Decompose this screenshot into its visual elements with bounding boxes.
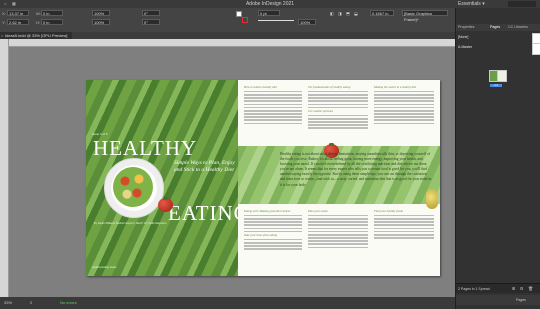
- workspace-switcher[interactable]: Essentials ▾: [458, 0, 485, 8]
- tab-cc-libraries[interactable]: CC Libraries: [508, 24, 528, 31]
- w-field[interactable]: 0 in: [41, 10, 63, 16]
- column-head: The fundamentals of healthy eating: [308, 85, 351, 89]
- scale-x-field[interactable]: 100%: [92, 10, 110, 16]
- document-statusbar: 33% 2 No errors: [0, 297, 455, 309]
- pages-count: 2 Pages in 1 Spread: [458, 287, 490, 291]
- edit-page-icon[interactable]: ⊟: [520, 284, 523, 294]
- document-tabbar: × Ideas5.indd @ 33% [GPU Preview]: [0, 32, 455, 39]
- column-head: Take your time when eating: [244, 232, 278, 237]
- headline-healthy: HEALTHY: [93, 136, 198, 160]
- align-left-icon[interactable]: ◧: [330, 11, 334, 16]
- tint-field[interactable]: 0.1667 in: [370, 10, 394, 16]
- h-field[interactable]: 0 in: [41, 19, 63, 25]
- text-column-4: Eating well: Making good diet choices Ta…: [244, 209, 302, 251]
- pages-panel: Properties Pages CC Libraries [None] A-M…: [455, 8, 540, 309]
- pear-image: [426, 189, 438, 209]
- y-label: Y:: [2, 20, 6, 25]
- tomato-image: [158, 197, 173, 212]
- text-column-1: How to build a healthy diet: [244, 85, 302, 126]
- stroke-zoom-field[interactable]: 100%: [298, 19, 316, 25]
- document-tab[interactable]: × Ideas5.indd @ 33% [GPU Preview]: [0, 32, 72, 39]
- salad-image: [113, 167, 153, 207]
- tab-pages[interactable]: Pages: [490, 24, 500, 31]
- master-thumbnail[interactable]: [532, 43, 540, 55]
- tab-properties[interactable]: Properties: [458, 24, 474, 31]
- column-head: Making the switch to a healthy diet: [374, 85, 417, 89]
- text-column-3: Making the switch to a healthy diet: [374, 85, 434, 126]
- horizontal-ruler[interactable]: [8, 39, 455, 47]
- master-none[interactable]: [None]: [458, 34, 468, 40]
- page-number[interactable]: 2: [30, 300, 32, 305]
- y-field[interactable]: 2.62 in: [7, 19, 29, 25]
- column-head: Find your healthy foods: [374, 209, 403, 213]
- text-column-6: Find your healthy foods: [374, 209, 434, 240]
- chevron-down-icon: ▾: [482, 1, 485, 7]
- close-icon[interactable]: ×: [1, 32, 3, 39]
- trash-icon[interactable]: 🗑: [528, 284, 533, 294]
- page-left[interactable]: Issue 3 of 5 HEALTHY Simple Ways to Plan…: [86, 80, 238, 276]
- page-3-thumbnail[interactable]: [497, 70, 507, 82]
- column-head: Eating well: Making good diet choices: [244, 209, 291, 213]
- scale-y-field[interactable]: 100%: [92, 19, 110, 25]
- object-style-select[interactable]: [Basic Graphics Frame]+: [402, 10, 448, 22]
- x-field[interactable]: 13.37 in: [7, 10, 29, 16]
- align-bottom-icon[interactable]: ⬓: [354, 11, 358, 16]
- column-head: Plan your meals: [308, 209, 328, 213]
- text-column-2: The fundamentals of healthy eating Use s…: [308, 85, 368, 131]
- pages-status: 2 Pages in 1 Spread ⊞ ⊟ 🗑: [456, 283, 540, 293]
- align-right-icon[interactable]: ◨: [338, 11, 342, 16]
- page-footer: Healthy Eating Guide: [92, 266, 117, 269]
- column-head: How to build a healthy diet: [244, 85, 277, 89]
- document-tab-label: Ideas5.indd @ 33% [GPU Preview]: [5, 33, 68, 38]
- zoom-level[interactable]: 33%: [4, 300, 12, 305]
- document-spread[interactable]: Issue 3 of 5 HEALTHY Simple Ways to Plan…: [86, 80, 440, 276]
- stroke-weight-field[interactable]: 0 pt: [258, 10, 280, 16]
- panel-tabs: Properties Pages CC Libraries: [456, 24, 540, 31]
- panel-dock-pages[interactable]: Pages: [456, 295, 540, 305]
- x-label: X:: [2, 11, 6, 16]
- vertical-ruler[interactable]: [0, 39, 9, 297]
- subheadline: Simple Ways to Plan, Enjoy and Stick to …: [174, 160, 235, 173]
- new-page-icon[interactable]: ⊞: [512, 284, 515, 294]
- stroke-type-preview[interactable]: [258, 20, 294, 21]
- workspace-label: Essentials: [458, 1, 481, 7]
- spread-label: 2-3: [490, 84, 502, 87]
- text-column-5: Plan your meals: [308, 209, 368, 250]
- app-menubar: ⌂ ▦ Adobe InDesign 2021 Essentials ▾: [0, 0, 540, 8]
- preflight-status[interactable]: No errors: [60, 300, 77, 305]
- search-input[interactable]: [508, 1, 536, 7]
- intro-paragraph: Healthy eating is not about strict dieta…: [280, 152, 432, 187]
- page-right[interactable]: How to build a healthy diet The fundamen…: [238, 80, 440, 276]
- h-label: H:: [36, 20, 40, 25]
- shear-field[interactable]: 0°: [142, 19, 160, 25]
- master-a[interactable]: A-Master: [458, 44, 472, 50]
- stroke-swatch[interactable]: [242, 17, 248, 23]
- column-head: Use smaller portions: [308, 108, 334, 113]
- byline-caption: By Sarah Williams Nutrition Expert | Mar…: [94, 222, 167, 225]
- rotation-field[interactable]: 0°: [142, 10, 160, 16]
- align-top-icon[interactable]: ⬒: [346, 11, 350, 16]
